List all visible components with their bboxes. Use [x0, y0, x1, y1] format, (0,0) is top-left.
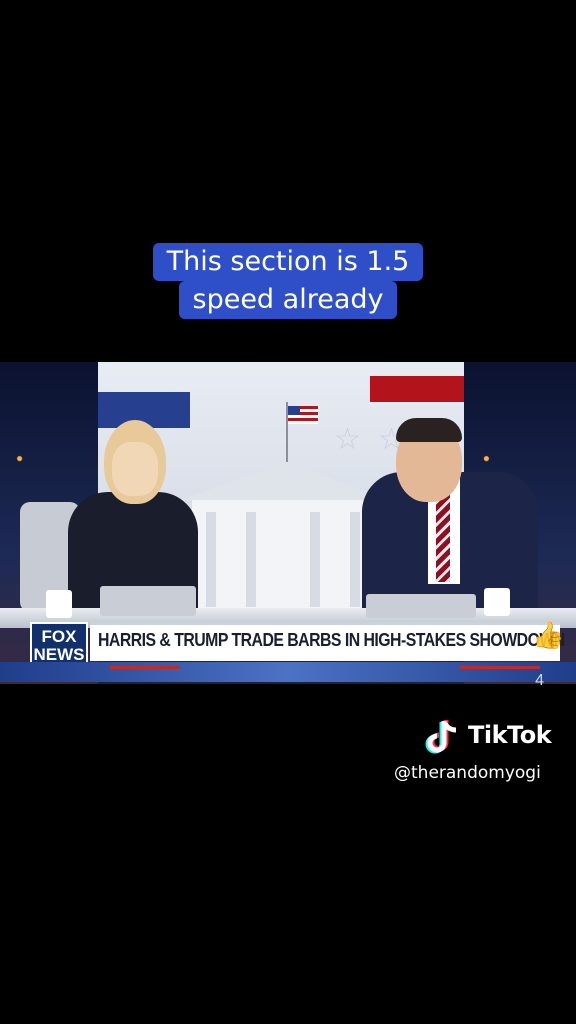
lower-third: FOX NEWS channel HARRIS & TRUMP TRADE BA…: [0, 614, 576, 684]
us-flag-icon: [288, 406, 318, 424]
anchor-right-hair: [396, 418, 462, 442]
caption-line-2: speed already: [178, 281, 398, 319]
ticker-strip: [0, 662, 576, 682]
column: [350, 512, 360, 607]
set-red-panel: [370, 376, 464, 402]
video-player[interactable]: ☆ ☆ FOX NEWS channel HARRIS & TRUMP TRAD…: [0, 362, 576, 684]
anchor-left-face: [112, 442, 158, 496]
logo-line-1: FOX: [41, 627, 77, 646]
like-count: 4: [535, 672, 544, 689]
fox-mug-right: [484, 588, 510, 616]
video-caption: This section is 1.5 speed already: [0, 243, 576, 319]
tiktok-watermark: TikTok: [424, 717, 569, 757]
column: [310, 512, 320, 607]
column: [246, 512, 256, 607]
creator-handle: @therandomyogi: [394, 763, 541, 783]
white-house-roof: [180, 462, 390, 500]
laptop-left: [100, 586, 196, 616]
star-icon: ☆: [334, 423, 361, 456]
thumbs-up-icon[interactable]: 👍: [532, 620, 564, 650]
caption-line-1: This section is 1.5: [152, 243, 424, 281]
column: [206, 512, 216, 607]
tiktok-wordmark: TikTok: [468, 721, 552, 749]
tiktok-note-icon: [425, 720, 457, 754]
headline-bar: HARRIS & TRUMP TRADE BARBS IN HIGH-STAKE…: [90, 622, 565, 661]
headline-text: HARRIS & TRUMP TRADE BARBS IN HIGH-STAKE…: [98, 630, 565, 650]
